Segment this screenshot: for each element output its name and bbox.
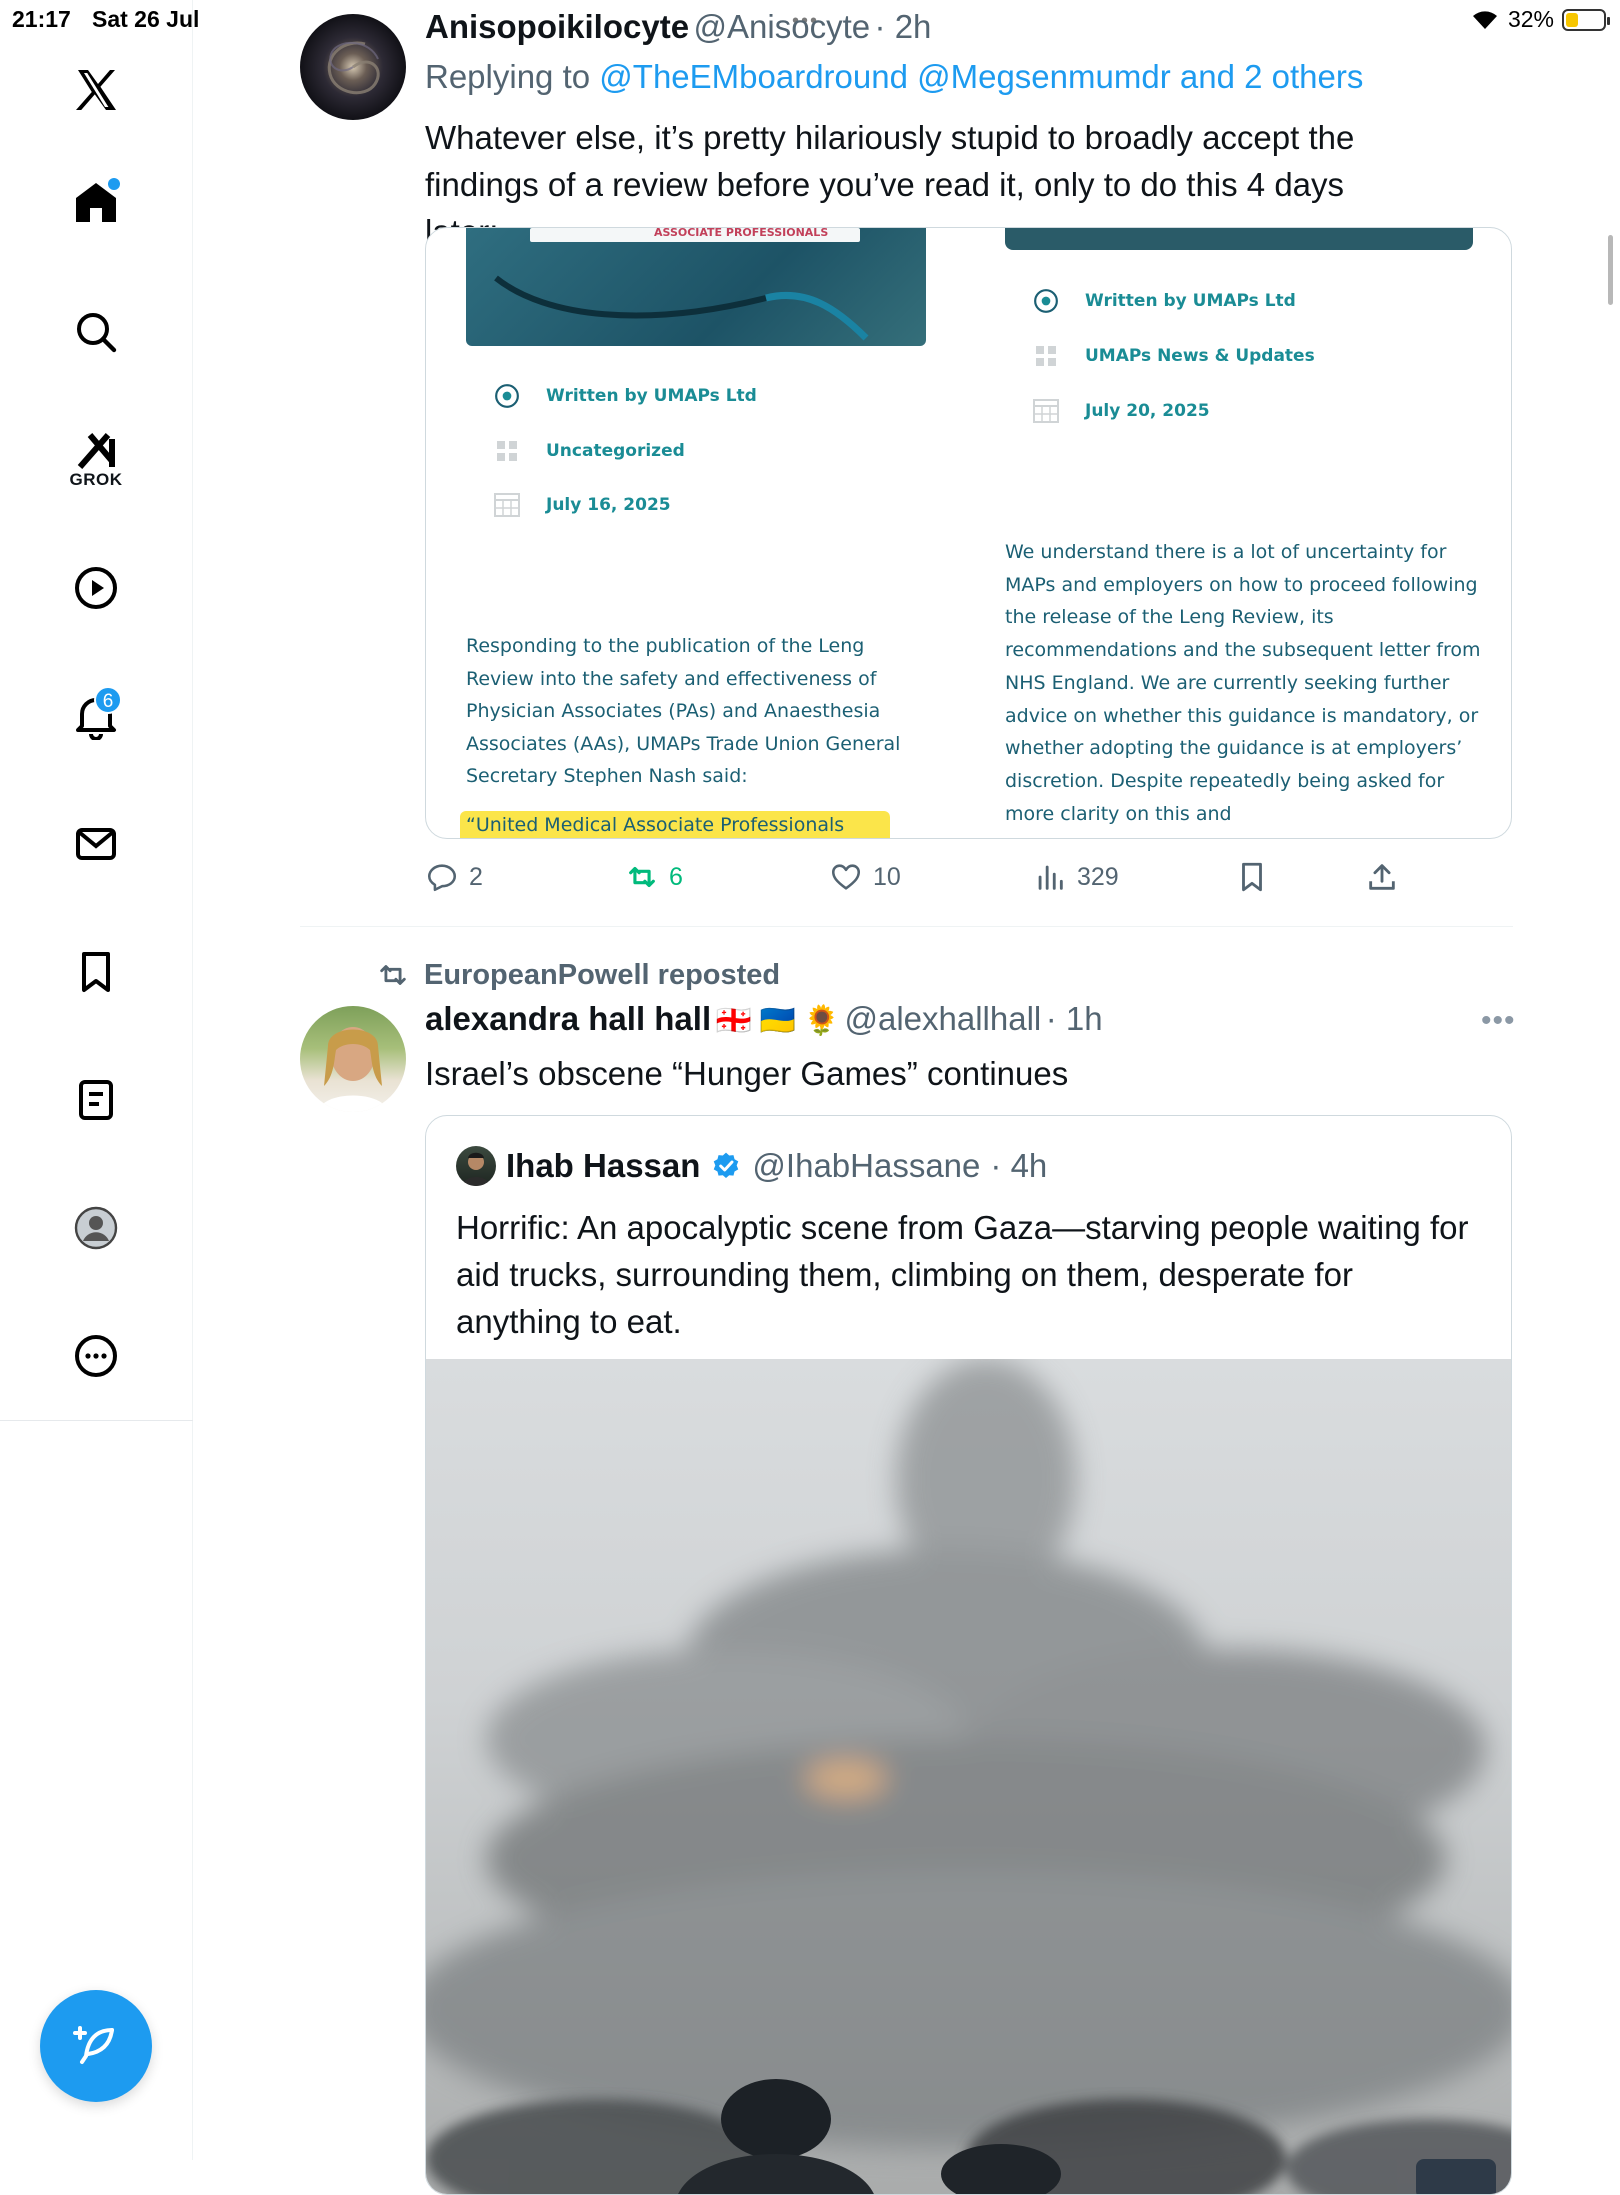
quote-header: Ihab Hassan @IhabHassane · 4h — [456, 1146, 1047, 1186]
bookmark-icon — [1242, 862, 1262, 892]
right-category: UMAPs News & Updates — [1085, 346, 1315, 366]
stethoscope-banner: ASSOCIATE PROFESSIONALS — [466, 228, 926, 346]
left-author-row: Written by UMAPs Ltd — [494, 383, 757, 409]
bookmark-button[interactable] — [1235, 860, 1269, 894]
tweet-time[interactable]: · 1h — [1046, 1000, 1103, 1037]
reply-icon — [427, 864, 457, 892]
reply-count: 2 — [469, 862, 483, 891]
grid-icon — [494, 438, 520, 464]
share-button[interactable] — [1365, 860, 1399, 894]
repost-icon — [629, 866, 655, 888]
search-icon[interactable] — [64, 300, 128, 364]
repost-count: 6 — [669, 862, 683, 891]
share-icon — [1369, 864, 1395, 890]
portrait-image — [318, 1027, 388, 1112]
left-body: Responding to the publication of the Len… — [466, 635, 901, 787]
author-flags: 🇬🇪 🇺🇦 🌻 — [715, 1005, 841, 1037]
repost-indicator[interactable]: EuropeanPowell reposted — [376, 958, 780, 992]
tweet1-image[interactable]: ASSOCIATE PROFESSIONALS Written by UMAPs… — [425, 227, 1512, 839]
video-icon[interactable] — [64, 556, 128, 620]
author-handle[interactable]: @alexhallhall — [844, 1000, 1041, 1037]
sidebar: GROK 6 — [0, 0, 193, 2160]
right-banner — [1005, 228, 1473, 250]
verified-badge-icon — [714, 1152, 739, 1178]
tweet-time[interactable]: · 2h — [875, 8, 932, 45]
timeline: Anisopoikilocyte @Anisocyte · 2h Replyin… — [193, 0, 1516, 2195]
crowd-scene-image — [426, 1359, 1511, 2194]
author-handle[interactable]: @Anisocyte — [694, 8, 871, 45]
lists-icon[interactable] — [64, 1068, 128, 1132]
right-date-row: July 20, 2025 — [1033, 398, 1210, 424]
tweet1-header: Anisopoikilocyte @Anisocyte · 2h — [425, 8, 931, 46]
left-category-row: Uncategorized — [494, 438, 685, 464]
left-highlight: “United Medical Associate Professionals — [466, 814, 845, 836]
right-category-row: UMAPs News & Updates — [1033, 343, 1315, 369]
banner-caption: ASSOCIATE PROFESSIONALS — [654, 227, 829, 239]
left-date-row: July 16, 2025 — [494, 492, 671, 518]
stethoscope-graphic — [494, 228, 869, 341]
calendar-icon — [1033, 398, 1059, 424]
more-icon[interactable] — [64, 1324, 128, 1388]
grok-icon[interactable]: GROK — [64, 420, 128, 500]
scrollbar[interactable] — [1608, 235, 1613, 305]
right-author: Written by UMAPs Ltd — [1085, 291, 1296, 311]
heart-icon — [831, 864, 861, 890]
quote-author-name[interactable]: Ihab Hassan — [506, 1147, 700, 1185]
quote-author-avatar[interactable] — [456, 1146, 496, 1186]
view-count: 329 — [1077, 862, 1119, 891]
x-logo-icon[interactable] — [64, 58, 128, 122]
replying-to: Replying to @TheEMboardround @Megsenmumd… — [425, 58, 1363, 96]
calendar-icon — [494, 492, 520, 518]
quote-author-handle[interactable]: @IhabHassane — [752, 1147, 980, 1185]
globe-icon — [494, 383, 520, 409]
tweet2-header: alexandra hall hall 🇬🇪 🇺🇦 🌻 @alexhallhal… — [425, 1000, 1103, 1038]
right-date: July 20, 2025 — [1085, 401, 1210, 421]
reply-button[interactable]: 2 — [425, 860, 483, 894]
author-avatar[interactable] — [300, 14, 406, 120]
grok-label: GROK — [69, 470, 123, 489]
compose-feather-icon — [73, 2026, 114, 2064]
author-avatar[interactable] — [300, 1006, 406, 1112]
left-date: July 16, 2025 — [546, 495, 671, 515]
right-body: We understand there is a lot of uncertai… — [1005, 541, 1481, 825]
author-name[interactable]: alexandra hall hall — [425, 1000, 711, 1037]
profile-icon[interactable] — [64, 1196, 128, 1260]
more-options-button[interactable]: ••• — [1481, 1004, 1516, 1038]
galaxy-image — [327, 41, 380, 95]
left-category: Uncategorized — [546, 441, 685, 461]
reposted-by: EuropeanPowell reposted — [424, 958, 781, 991]
battery-percent: 32% — [1507, 6, 1554, 32]
right-author-row: Written by UMAPs Ltd — [1033, 288, 1296, 314]
repost-icon — [380, 965, 406, 985]
messages-icon[interactable] — [64, 812, 128, 876]
tweet-divider — [300, 926, 1513, 927]
author-name[interactable]: Anisopoikilocyte — [425, 8, 689, 45]
views-icon — [1038, 865, 1063, 890]
globe-icon — [1033, 288, 1059, 314]
quote-time[interactable]: · 4h — [990, 1147, 1047, 1185]
grid-icon — [1033, 343, 1059, 369]
repost-button[interactable]: 6 — [625, 860, 683, 894]
replying-to-users[interactable]: @TheEMboardround @Megsenmumdr and 2 othe… — [599, 58, 1363, 95]
quote-portrait-image — [462, 1152, 490, 1186]
battery-icon — [1562, 8, 1610, 31]
home-unread-dot — [108, 178, 120, 190]
compose-button[interactable] — [40, 1990, 152, 2102]
home-icon[interactable] — [64, 170, 128, 234]
left-author: Written by UMAPs Ltd — [546, 386, 757, 406]
quote-text: Horrific: An apocalyptic scene from Gaza… — [456, 1209, 1469, 1340]
quote-media[interactable] — [426, 1359, 1511, 2194]
sidebar-divider — [0, 1420, 193, 1421]
like-button[interactable]: 10 — [829, 860, 901, 894]
replying-prefix: Replying to — [425, 58, 591, 95]
like-count: 10 — [873, 862, 901, 891]
bookmarks-icon[interactable] — [64, 940, 128, 1004]
notifications-badge: 6 — [94, 686, 122, 714]
views-button[interactable]: 329 — [1033, 860, 1119, 894]
tweet2-text: Israel’s obscene “Hunger Games” continue… — [425, 1055, 1069, 1092]
quoted-tweet[interactable]: Ihab Hassan @IhabHassane · 4h Horrific: … — [425, 1115, 1512, 2195]
notifications-icon[interactable]: 6 — [64, 684, 128, 748]
